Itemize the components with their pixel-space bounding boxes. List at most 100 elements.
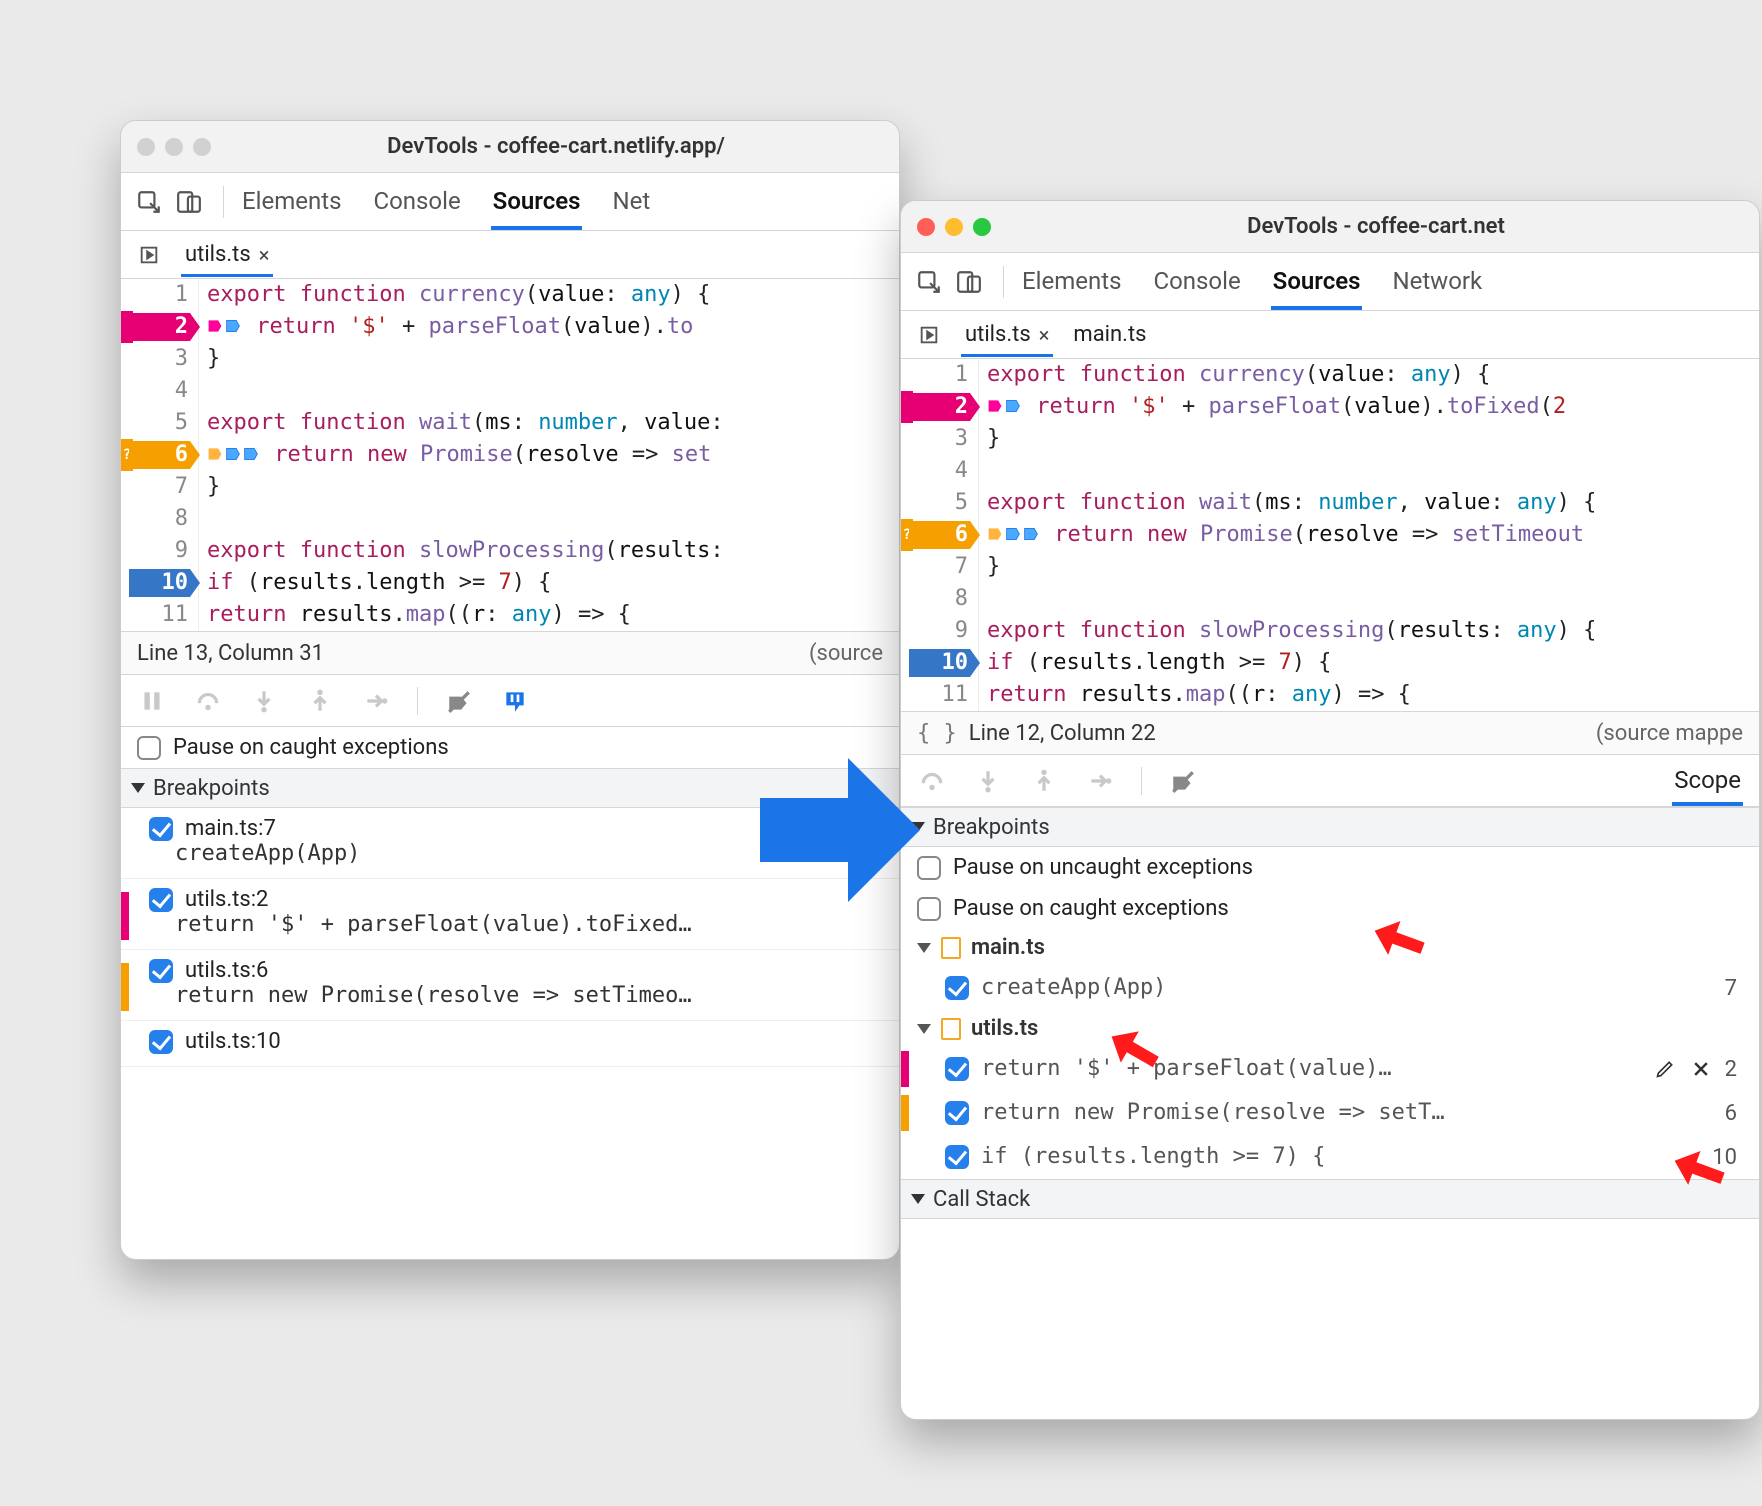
file-tab-strip: utils.ts ×	[121, 231, 899, 279]
pretty-print-icon[interactable]: { }	[917, 721, 957, 746]
breakpoint-checkbox[interactable]	[149, 1030, 173, 1054]
tab-scope[interactable]: Scope	[1672, 756, 1743, 806]
breakpoint-line-number: 2	[1725, 1057, 1743, 1082]
breakpoint-groups: main.ts createApp(App) 7 utils.ts return …	[901, 929, 1759, 1179]
breakpoint-checkbox[interactable]	[945, 1057, 969, 1081]
pause-caught-row: Pause on caught exceptions	[901, 888, 1759, 929]
breakpoint-group-header[interactable]: main.ts	[901, 929, 1759, 966]
file-tab-label: main.ts	[1073, 322, 1146, 347]
debugger-toolbar	[121, 675, 899, 727]
breakpoint-row[interactable]: return '$' + parseFloat(value)… 2	[901, 1047, 1759, 1091]
close-icon[interactable]: ×	[1039, 323, 1050, 347]
source-mapped-label: (source	[809, 641, 883, 666]
tab-network[interactable]: Net	[610, 173, 652, 229]
breakpoint-entry[interactable]: utils.ts:6return new Promise(resolve => …	[121, 950, 899, 1021]
tab-sources[interactable]: Sources	[491, 173, 583, 230]
pause-caught-label: Pause on caught exceptions	[953, 896, 1229, 921]
step-into-icon[interactable]	[249, 686, 279, 716]
traffic-lights[interactable]	[917, 218, 991, 236]
breakpoint-line-number: 6	[1725, 1101, 1743, 1126]
tab-elements[interactable]: Elements	[1020, 253, 1123, 309]
device-toggle-icon[interactable]	[171, 184, 207, 220]
breakpoint-group-file: main.ts	[971, 935, 1045, 960]
step-over-icon[interactable]	[193, 686, 223, 716]
window-title: DevTools - coffee-cart.net	[1009, 214, 1743, 239]
step-icon[interactable]	[1085, 766, 1115, 796]
inspect-icon[interactable]	[911, 264, 947, 300]
remove-icon[interactable]	[1689, 1057, 1713, 1081]
breakpoint-checkbox[interactable]	[149, 959, 173, 983]
close-icon[interactable]: ×	[259, 243, 270, 267]
panel-tabs: Elements Console Sources Network	[1020, 253, 1484, 310]
navigator-toggle-icon[interactable]	[913, 319, 945, 351]
tab-sources[interactable]: Sources	[1271, 253, 1363, 310]
breakpoint-file: utils.ts:10	[185, 1029, 281, 1054]
file-icon	[941, 937, 961, 959]
tab-elements[interactable]: Elements	[240, 173, 343, 229]
annotation-red-arrow	[1370, 910, 1430, 970]
file-tab-strip: utils.ts × main.ts	[901, 311, 1759, 359]
breakpoint-checkbox[interactable]	[945, 1145, 969, 1169]
step-into-icon[interactable]	[973, 766, 1003, 796]
breakpoint-code: return '$' + parseFloat(value).toFixed…	[137, 912, 883, 937]
traffic-lights[interactable]	[137, 138, 211, 156]
file-tab-utils[interactable]: utils.ts ×	[181, 232, 273, 277]
editor-status-bar: { } Line 12, Column 22 (source mappe	[901, 711, 1759, 755]
breakpoint-row[interactable]: if (results.length >= 7) { 10	[901, 1135, 1759, 1179]
code-editor[interactable]: ? 1234567891011 export function currency…	[121, 279, 899, 631]
cursor-position: Line 13, Column 31	[137, 641, 324, 666]
file-tab-label: utils.ts	[185, 242, 251, 267]
pause-caught-label: Pause on caught exceptions	[173, 735, 449, 760]
pause-on-exceptions-icon[interactable]	[500, 686, 530, 716]
breakpoint-checkbox[interactable]	[149, 888, 173, 912]
step-out-icon[interactable]	[305, 686, 335, 716]
window-titlebar: DevTools - coffee-cart.netlify.app/	[121, 121, 899, 173]
breakpoints-header[interactable]: Breakpoints	[901, 807, 1759, 847]
step-out-icon[interactable]	[1029, 766, 1059, 796]
breakpoint-code: return '$' + parseFloat(value)…	[981, 1053, 1641, 1085]
edit-icon[interactable]	[1653, 1057, 1677, 1081]
code-editor[interactable]: ? 1234567891011 export function currency…	[901, 359, 1759, 711]
deactivate-breakpoints-icon[interactable]	[1168, 766, 1198, 796]
breakpoint-checkbox[interactable]	[945, 976, 969, 1000]
window-titlebar: DevTools - coffee-cart.net	[901, 201, 1759, 253]
source-mapped-label: (source mappe	[1596, 721, 1743, 746]
navigator-toggle-icon[interactable]	[133, 239, 165, 271]
pause-uncaught-label: Pause on uncaught exceptions	[953, 855, 1253, 880]
pause-caught-checkbox[interactable]	[137, 736, 161, 760]
file-tab-utils[interactable]: utils.ts ×	[961, 312, 1053, 357]
breakpoint-code: createApp(App)	[981, 972, 1713, 1004]
breakpoint-checkbox[interactable]	[945, 1101, 969, 1125]
panel-tabs: Elements Console Sources Net	[240, 173, 652, 230]
annotation-red-arrow	[1670, 1140, 1730, 1200]
debugger-toolbar: Scope	[901, 755, 1759, 807]
file-tab-main[interactable]: main.ts	[1069, 312, 1150, 357]
breakpoint-group-header[interactable]: utils.ts	[901, 1010, 1759, 1047]
pause-uncaught-row: Pause on uncaught exceptions	[901, 847, 1759, 888]
tab-console[interactable]: Console	[371, 173, 462, 229]
breakpoint-file: utils.ts:2	[185, 887, 268, 912]
inspect-icon[interactable]	[131, 184, 167, 220]
breakpoint-code: return new Promise(resolve => setT…	[981, 1097, 1713, 1129]
device-toggle-icon[interactable]	[951, 264, 987, 300]
breakpoint-file: main.ts:7	[185, 816, 276, 841]
breakpoint-row[interactable]: createApp(App) 7	[901, 966, 1759, 1010]
breakpoint-code: if (results.length >= 7) {	[981, 1141, 1700, 1173]
step-icon[interactable]	[361, 686, 391, 716]
breakpoint-checkbox[interactable]	[149, 817, 173, 841]
file-icon	[941, 1018, 961, 1040]
window-title: DevTools - coffee-cart.netlify.app/	[229, 134, 883, 159]
breakpoint-row[interactable]: return new Promise(resolve => setT… 6	[901, 1091, 1759, 1135]
editor-status-bar: Line 13, Column 31 (source	[121, 631, 899, 675]
deactivate-breakpoints-icon[interactable]	[444, 686, 474, 716]
annotation-arrow	[750, 750, 930, 910]
tab-console[interactable]: Console	[1151, 253, 1242, 309]
cursor-position: Line 12, Column 22	[969, 721, 1156, 746]
callstack-header[interactable]: Call Stack	[901, 1179, 1759, 1219]
annotation-red-arrow	[1105, 1020, 1165, 1080]
tab-network[interactable]: Network	[1390, 253, 1484, 309]
devtools-tabs: Elements Console Sources Net	[121, 173, 899, 231]
pause-icon[interactable]	[137, 686, 167, 716]
breakpoint-entry[interactable]: utils.ts:10	[121, 1021, 899, 1067]
breakpoint-group-file: utils.ts	[971, 1016, 1038, 1041]
